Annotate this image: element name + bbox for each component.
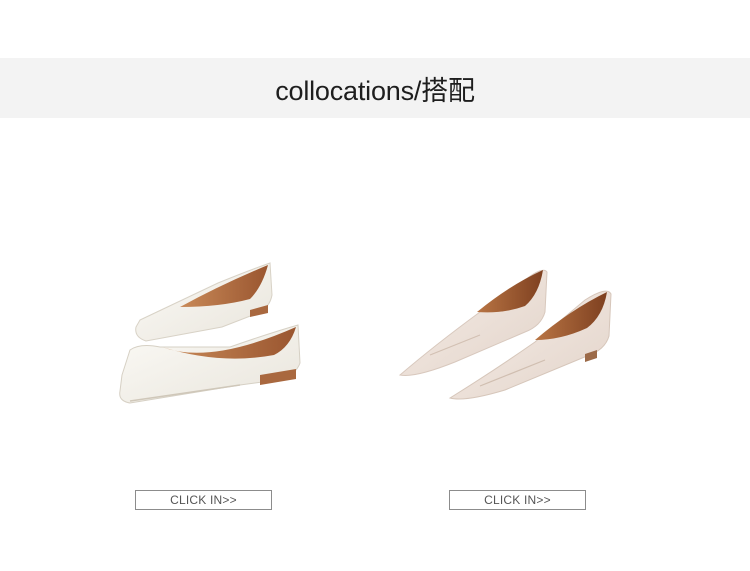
click-in-button-1[interactable]: CLICK IN>>	[135, 490, 272, 510]
section-title: collocations/搭配	[275, 75, 475, 106]
product-image-square-toe-flats[interactable]	[100, 215, 330, 425]
product-image-pointed-loafers[interactable]	[385, 250, 635, 415]
section-header: collocations/搭配	[0, 58, 750, 118]
shoe-pair-white-illustration	[119, 262, 301, 404]
shoe-pair-cream-illustration	[398, 269, 612, 400]
click-in-button-2[interactable]: CLICK IN>>	[449, 490, 586, 510]
